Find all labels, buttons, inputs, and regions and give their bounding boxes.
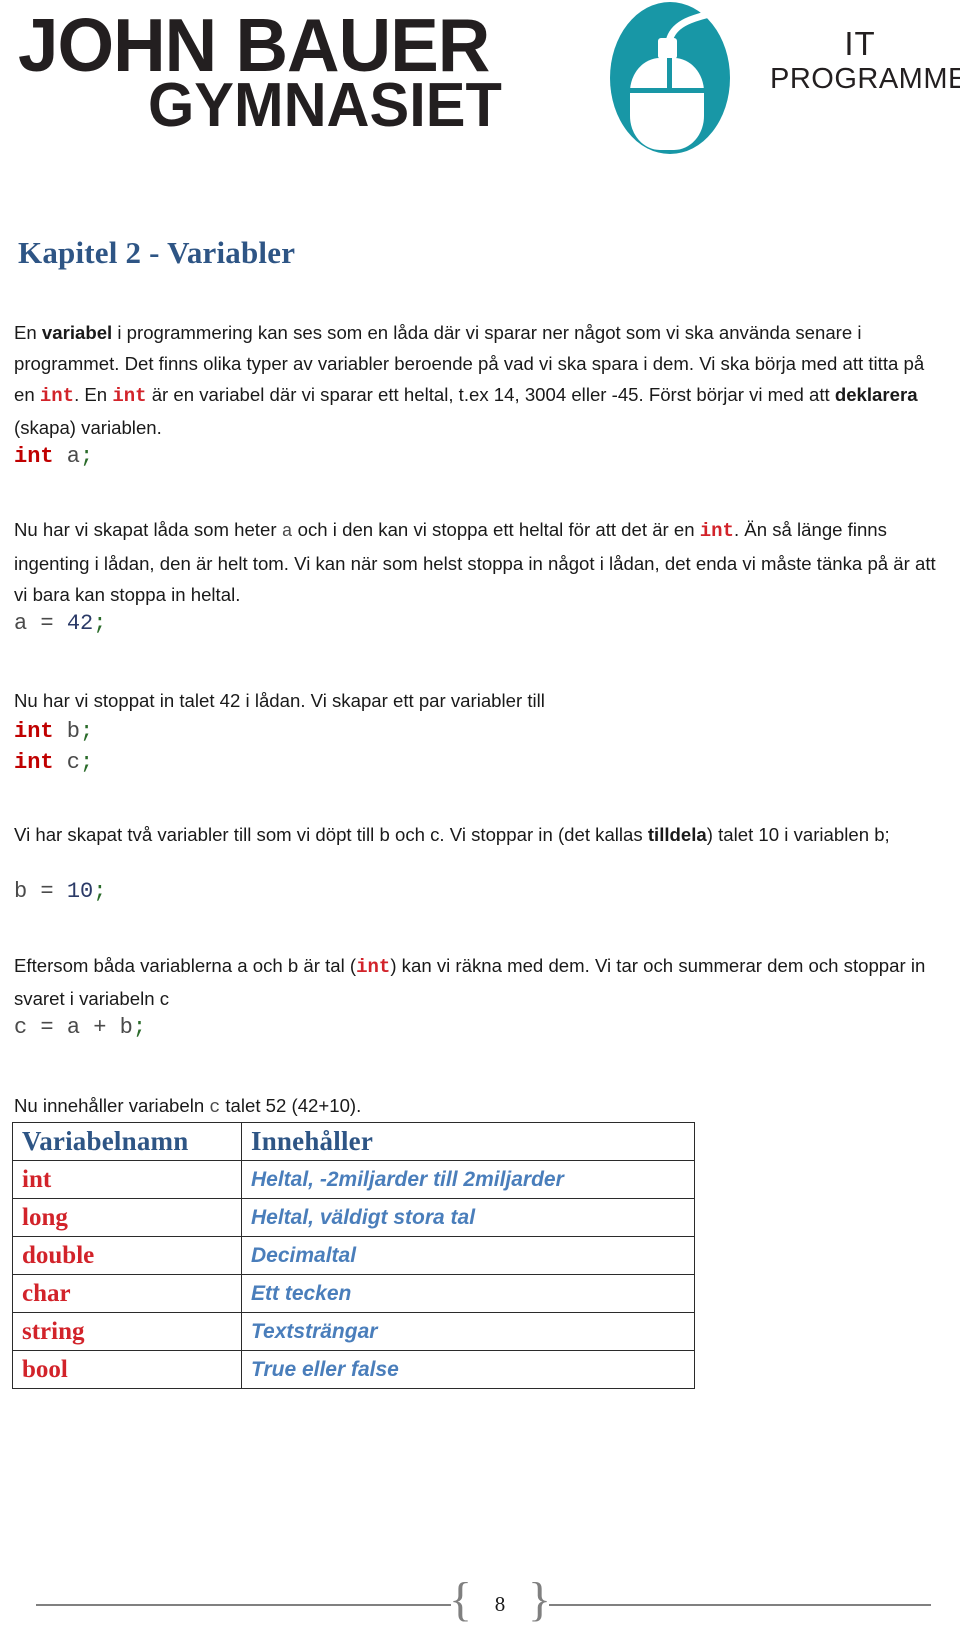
text-run: ) talet 10 i variablen b; <box>706 823 890 845</box>
logo-subtitle-it-programmet: IT PROGRAMMET <box>770 25 960 96</box>
code-keyword: int <box>14 750 54 775</box>
table-header-variabelnamn: Variabelnamn <box>12 1122 242 1161</box>
table-cell-type: int <box>12 1160 242 1199</box>
code-identifier: a <box>53 444 81 469</box>
code-line-assign-a: a = 42; <box>14 608 106 639</box>
table-row: long Heltal, väldigt stora tal <box>12 1198 695 1237</box>
table-cell-description: Textsträngar <box>241 1312 695 1351</box>
text-run: (skapa) variablen. <box>14 416 162 438</box>
emphasis-deklarera: deklarera <box>834 383 918 405</box>
code-identifier: a <box>14 611 41 636</box>
code-semicolon: ; <box>80 444 94 469</box>
table-cell-type: double <box>12 1236 242 1275</box>
table-cell-description: Ett tecken <box>241 1274 695 1313</box>
inline-keyword-int: int <box>39 384 75 407</box>
code-line-declare-a: int a; <box>14 441 93 472</box>
page-number-container: { 8 } <box>444 1576 556 1628</box>
code-identifier: c <box>53 750 81 775</box>
computer-mouse-icon <box>604 2 736 154</box>
school-logo-wordmark: JOHN BAUER GYMNASIET <box>18 3 598 152</box>
page-title: Kapitel 2 - Variabler <box>18 234 296 270</box>
table-row: char Ett tecken <box>12 1274 695 1313</box>
footer-rule-left <box>36 1604 451 1606</box>
text-run: Eftersom båda variablerna a och b är tal… <box>14 954 357 976</box>
code-semicolon: ; <box>93 879 107 904</box>
text-run: Nu har vi skapat låda som heter <box>14 518 282 540</box>
text-run: En <box>14 321 42 343</box>
paragraph-stored-42: Nu har vi stoppat in talet 42 i lådan. V… <box>14 689 545 711</box>
inline-identifier-a: a <box>281 521 293 542</box>
paragraph-box-explanation: Nu har vi skapat låda som heter a och i … <box>14 514 946 610</box>
table-cell-description: Decimaltal <box>241 1236 695 1275</box>
inline-identifier-c: c <box>209 1097 221 1118</box>
code-keyword: int <box>14 444 54 469</box>
code-semicolon: ; <box>132 1015 147 1040</box>
table-row: string Textsträngar <box>12 1312 695 1351</box>
table-row: int Heltal, -2miljarder till 2miljarder <box>12 1160 695 1199</box>
code-operator-plus: + <box>93 1015 120 1040</box>
table-header-innehaller: Innehåller <box>241 1122 695 1161</box>
emphasis-variabel: variabel <box>41 321 113 343</box>
code-semicolon: ; <box>80 719 94 744</box>
code-line-declare-b: int b; <box>14 716 93 747</box>
emphasis-tilldela: tilldela <box>647 823 707 845</box>
code-semicolon: ; <box>80 750 94 775</box>
table-header-row: Variabelnamn Innehåller <box>12 1122 695 1161</box>
table-cell-type: long <box>12 1198 242 1237</box>
logo-subtitle-programmet: PROGRAMMET <box>770 63 960 95</box>
text-run: och i den kan vi stoppa ett heltal för a… <box>292 518 700 540</box>
code-number: 42 <box>66 611 94 636</box>
variable-types-table: Variabelnamn Innehåller int Heltal, -2mi… <box>12 1122 695 1389</box>
brace-right-icon: } <box>527 1573 551 1626</box>
text-run: Vi har skapat två variabler till som vi … <box>14 823 648 845</box>
text-run: . En <box>74 383 113 405</box>
inline-keyword-int: int <box>356 955 391 978</box>
table-cell-description: Heltal, väldigt stora tal <box>241 1198 695 1237</box>
text-run: är en variabel där vi sparar ett heltal,… <box>146 383 835 405</box>
table-cell-description: True eller false <box>241 1350 695 1389</box>
text-run: talet 52 (42+10). <box>220 1094 362 1116</box>
code-identifier: c <box>14 1015 41 1040</box>
page-footer: { 8 } <box>0 1576 960 1628</box>
code-keyword: int <box>14 719 54 744</box>
code-number: 10 <box>66 879 94 904</box>
footer-rule-right <box>549 1604 931 1606</box>
code-identifier: a <box>66 1015 94 1040</box>
code-operator-assign: = <box>40 611 67 636</box>
code-operator-assign: = <box>40 1015 67 1040</box>
table-cell-type: string <box>12 1312 242 1351</box>
paragraph-summation: Eftersom båda variablerna a och b är tal… <box>14 950 946 1014</box>
code-line-assign-b: b = 10; <box>14 876 106 907</box>
page-header: JOHN BAUER GYMNASIET IT PROGRAMME <box>0 0 960 158</box>
table-cell-description: Heltal, -2miljarder till 2miljarder <box>241 1160 695 1199</box>
table-row: bool True eller false <box>12 1350 695 1389</box>
code-operator-assign: = <box>40 879 67 904</box>
code-semicolon: ; <box>93 611 107 636</box>
code-line-sum-c: c = a + b; <box>14 1012 146 1043</box>
paragraph-result-52: Nu innehåller variabeln c talet 52 (42+1… <box>14 1090 946 1124</box>
code-identifier: b <box>119 1015 133 1040</box>
text-run: Nu innehåller variabeln <box>14 1094 210 1116</box>
inline-keyword-int: int <box>699 519 734 542</box>
code-identifier: b <box>14 879 41 904</box>
paragraph-intro: En variabel i programmering kan ses som … <box>14 317 946 443</box>
table-row: double Decimaltal <box>12 1236 695 1275</box>
code-identifier: b <box>53 719 81 744</box>
logo-line-gymnasiet: GYMNASIET <box>148 71 502 140</box>
logo-subtitle-it: IT <box>844 25 876 62</box>
paragraph-tilldela: Vi har skapat två variabler till som vi … <box>14 819 946 850</box>
code-line-declare-c: int c; <box>14 747 93 778</box>
table-cell-type: char <box>12 1274 242 1313</box>
inline-keyword-int: int <box>112 384 147 407</box>
table-cell-type: bool <box>12 1350 242 1389</box>
